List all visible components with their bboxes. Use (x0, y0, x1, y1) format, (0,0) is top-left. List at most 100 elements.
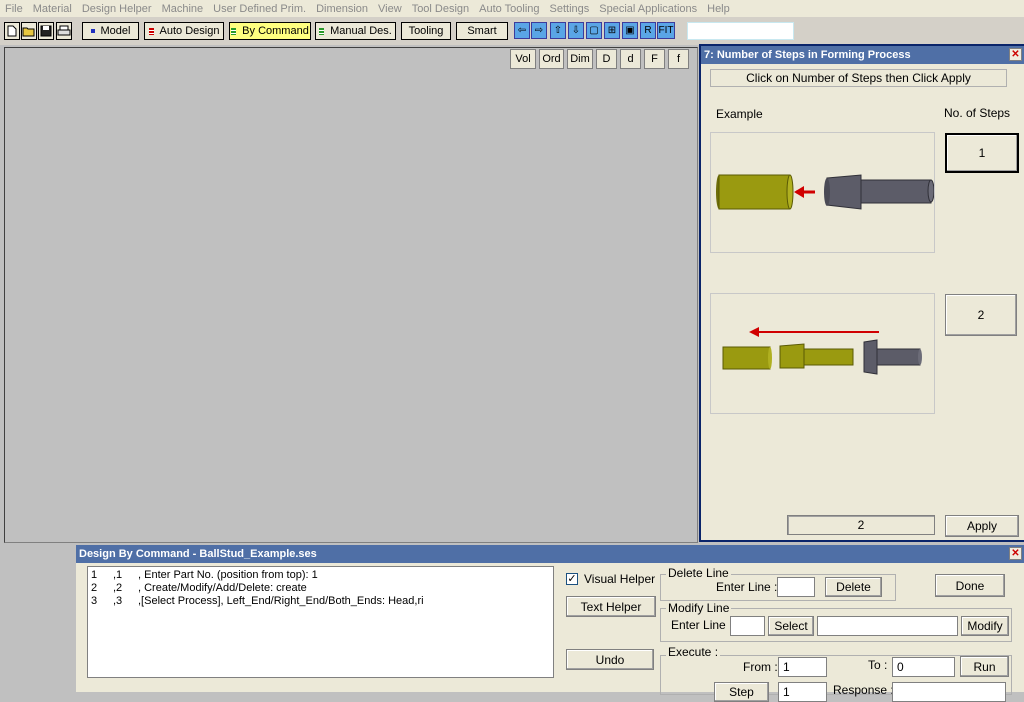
steps-option-2-button[interactable]: 2 (945, 294, 1017, 336)
new-file-icon[interactable] (4, 22, 20, 40)
menu-user-defined-prim[interactable]: User Defined Prim. (208, 3, 311, 15)
delete-enter-line-label: Enter Line : (716, 580, 778, 594)
apply-button[interactable]: Apply (945, 515, 1019, 537)
dim-button[interactable]: Dim (567, 49, 593, 69)
menu-dimension[interactable]: Dimension (311, 3, 373, 15)
modify-line-input[interactable] (730, 616, 765, 636)
close-icon[interactable]: ✕ (1009, 48, 1022, 61)
line-sub: ,1 (113, 569, 123, 581)
tooling-label: Tooling (408, 25, 444, 37)
response-input[interactable] (892, 682, 1006, 702)
fit-label: FIT (658, 25, 674, 36)
visual-helper-label: Visual Helper (584, 572, 656, 586)
save-icon[interactable] (38, 22, 54, 40)
close-icon[interactable]: ✕ (1009, 547, 1022, 560)
example-label: Example (716, 107, 763, 121)
menu-bar: File Material Design Helper Machine User… (0, 0, 1024, 17)
steps-panel-title: 7: Number of Steps in Forming Process (704, 49, 911, 61)
step-button[interactable]: Step (714, 682, 769, 702)
visual-helper-checkbox[interactable]: ✓ (566, 573, 578, 585)
open-folder-icon[interactable] (21, 22, 37, 40)
view-buttons: Vol Ord Dim D d F f (510, 49, 689, 71)
ord-button[interactable]: Ord (539, 49, 564, 69)
example-two-steps-image (710, 293, 935, 414)
menu-special-applications[interactable]: Special Applications (594, 3, 702, 15)
f-lower-button[interactable]: f (668, 49, 689, 69)
command-line[interactable]: 1 ,1 , Enter Part No. (position from top… (91, 569, 551, 582)
menu-design-helper[interactable]: Design Helper (77, 3, 157, 15)
menu-auto-tooling[interactable]: Auto Tooling (474, 3, 544, 15)
modify-text-input[interactable] (817, 616, 958, 636)
menu-view[interactable]: View (373, 3, 407, 15)
menu-machine[interactable]: Machine (157, 3, 209, 15)
auto-design-button[interactable]: Auto Design (144, 22, 224, 40)
text-helper-button[interactable]: Text Helper (566, 596, 656, 617)
run-button[interactable]: Run (960, 656, 1009, 677)
d-lower-button[interactable]: d (620, 49, 641, 69)
menu-material[interactable]: Material (28, 3, 77, 15)
menu-tool-design[interactable]: Tool Design (407, 3, 474, 15)
manual-des-indicator-icon (319, 27, 325, 35)
by-command-label: By Command (242, 25, 309, 37)
number-of-steps-panel: 7: Number of Steps in Forming Process ✕ … (699, 44, 1024, 542)
arrow-left-icon[interactable]: ⇦ (514, 22, 530, 39)
auto-design-label: Auto Design (159, 25, 220, 37)
line-text: ,[Select Process], Left_End/Right_End/Bo… (138, 595, 424, 607)
fit-button[interactable]: FIT (657, 22, 675, 39)
smart-button[interactable]: Smart (456, 22, 508, 40)
arrow-right-icon[interactable]: ⇨ (531, 22, 547, 39)
line-sub: ,3 (113, 595, 123, 607)
menu-help[interactable]: Help (702, 3, 735, 15)
menu-settings[interactable]: Settings (545, 3, 595, 15)
command-line[interactable]: 3 ,3 ,[Select Process], Left_End/Right_E… (91, 595, 551, 608)
model-button[interactable]: Model (82, 22, 139, 40)
one-step-diagram (716, 174, 935, 210)
d-upper-button[interactable]: D (596, 49, 617, 69)
command-list[interactable]: 1 ,1 , Enter Part No. (position from top… (87, 566, 554, 678)
vol-button[interactable]: Vol (510, 49, 536, 69)
by-command-button[interactable]: By Command (229, 22, 311, 40)
modify-button[interactable]: Modify (961, 616, 1009, 636)
line-sub: ,2 (113, 582, 123, 594)
manual-des-button[interactable]: Manual Des. (315, 22, 396, 40)
design-by-command-panel: Design By Command - BallStud_Example.ses… (76, 545, 1024, 702)
auto-design-indicator-icon (148, 27, 154, 35)
redraw-label: R (644, 25, 652, 36)
smart-label: Smart (467, 25, 497, 37)
done-button[interactable]: Done (935, 574, 1005, 597)
delete-button[interactable]: Delete (825, 577, 882, 597)
arrow-down-icon[interactable]: ⇩ (568, 22, 584, 39)
f-upper-button[interactable]: F (644, 49, 665, 69)
arrow-up-icon[interactable]: ⇧ (550, 22, 566, 39)
steps-panel-titlebar: 7: Number of Steps in Forming Process ✕ (701, 46, 1024, 64)
from-label: From : (743, 660, 778, 674)
two-steps-diagram (722, 327, 922, 375)
zoom-in-icon[interactable]: ⊞ (604, 22, 620, 39)
steps-option-1-button[interactable]: 1 (945, 133, 1019, 173)
model-label: Model (100, 25, 131, 37)
menu-file[interactable]: File (0, 3, 28, 15)
toolbar-status-field[interactable] (687, 22, 794, 40)
print-icon[interactable] (56, 22, 72, 40)
dbc-titlebar: Design By Command - BallStud_Example.ses… (76, 545, 1024, 563)
step-input[interactable]: 1 (778, 682, 827, 702)
toolbar: Model Auto Design By Command Manual Des.… (0, 17, 1024, 45)
model-indicator-icon (90, 29, 95, 33)
zoom-window-icon[interactable]: ▢ (586, 22, 602, 39)
from-input[interactable]: 1 (778, 657, 827, 677)
selected-steps-display: 2 (787, 515, 935, 535)
select-button[interactable]: Select (768, 616, 814, 636)
command-line[interactable]: 2 ,2 , Create/Modify/Add/Delete: create (91, 582, 551, 595)
delete-line-legend: Delete Line (666, 566, 731, 580)
modify-enter-line-label: Enter Line : (671, 618, 733, 632)
to-input[interactable]: 0 (892, 657, 955, 677)
delete-line-input[interactable] (777, 577, 815, 597)
by-command-indicator-icon (231, 27, 237, 35)
execute-legend: Execute : (666, 645, 721, 659)
zoom-out-icon[interactable]: ▣ (622, 22, 638, 39)
response-label: Response : (833, 683, 894, 697)
undo-button[interactable]: Undo (566, 649, 654, 670)
redraw-button[interactable]: R (640, 22, 656, 39)
tooling-button[interactable]: Tooling (401, 22, 451, 40)
drawing-canvas[interactable] (4, 47, 698, 543)
